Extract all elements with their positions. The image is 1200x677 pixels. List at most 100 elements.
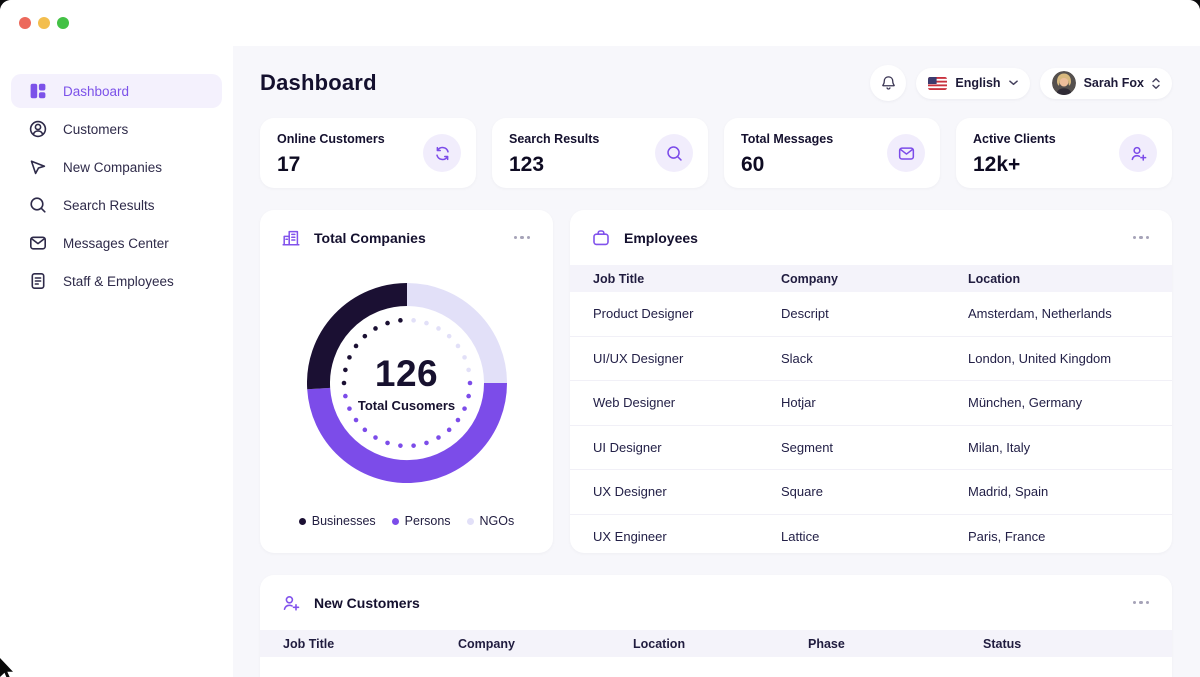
bell-icon	[880, 74, 897, 92]
sidebar-item-label: Staff & Employees	[63, 274, 174, 289]
table-cell: Madrid, Spain	[968, 484, 1149, 499]
employees-table-header: Job TitleCompanyLocation	[570, 265, 1172, 292]
page-title: Dashboard	[260, 70, 377, 96]
zoom-window-button[interactable]	[57, 17, 69, 29]
traffic-lights	[19, 17, 69, 29]
sidebar-item-label: Search Results	[63, 198, 155, 213]
user-add-icon	[1119, 134, 1157, 172]
user-add-icon	[281, 593, 301, 613]
column-header: Company	[781, 272, 968, 286]
total-companies-header: Total Companies	[260, 210, 553, 265]
content-row: Total Companies 126 Total Cusomers Busin…	[260, 210, 1172, 553]
legend-label: Businesses	[312, 514, 376, 528]
table-row: Web DesignerHotjarMünchen, Germany	[570, 381, 1172, 426]
chevron-updown-icon	[1152, 77, 1160, 90]
mouse-cursor	[0, 658, 14, 677]
table-cell: UI/UX Designer	[593, 351, 781, 366]
user-circle-icon	[28, 119, 48, 139]
stat-card-total-messages: Total Messages 60	[724, 118, 940, 188]
stat-card-search-results: Search Results 123	[492, 118, 708, 188]
notifications-button[interactable]	[870, 65, 906, 101]
legend-item-ngos: NGOs	[467, 514, 515, 528]
app-window: Dashboard Customers New Companies Search…	[0, 0, 1200, 677]
legend-dot	[467, 518, 474, 525]
more-menu-icon[interactable]	[1131, 230, 1152, 246]
employees-table-body: Product DesignerDescriptAmsterdam, Nethe…	[570, 292, 1172, 553]
sidebar-item-customers[interactable]: Customers	[11, 112, 222, 146]
sidebar-item-dashboard[interactable]: Dashboard	[11, 74, 222, 108]
table-cell: Segment	[781, 440, 968, 455]
legend-item-businesses: Businesses	[299, 514, 376, 528]
total-companies-donut-chart	[307, 283, 507, 483]
table-cell: Milan, Italy	[968, 440, 1149, 455]
document-icon	[28, 271, 48, 291]
legend-item-persons: Persons	[392, 514, 451, 528]
search-icon	[28, 195, 48, 215]
table-cell: Web Designer	[593, 395, 781, 410]
legend-label: Persons	[405, 514, 451, 528]
table-cell: Paris, France	[968, 529, 1149, 544]
minimize-window-button[interactable]	[38, 17, 50, 29]
table-cell: Lattice	[781, 529, 968, 544]
employees-header: Employees	[570, 210, 1172, 265]
column-header: Location	[633, 637, 808, 651]
titlebar	[0, 0, 1200, 46]
table-cell: London, United Kingdom	[968, 351, 1149, 366]
main-content: Dashboard English	[233, 46, 1200, 677]
legend-label: NGOs	[480, 514, 515, 528]
table-cell: UI Designer	[593, 440, 781, 455]
envelope-icon	[28, 233, 48, 253]
column-header: Job Title	[593, 272, 781, 286]
table-cell: München, Germany	[968, 395, 1149, 410]
column-header: Status	[983, 637, 1149, 651]
search-icon	[655, 134, 693, 172]
buildings-icon	[281, 228, 301, 248]
new-customers-table-header: Job TitleCompanyLocationPhaseStatus	[260, 630, 1172, 657]
column-header: Job Title	[283, 637, 458, 651]
employees-title: Employees	[624, 230, 698, 246]
table-row: UX EngineerLatticeParis, France	[570, 515, 1172, 554]
language-selector[interactable]: English	[916, 68, 1029, 99]
close-window-button[interactable]	[19, 17, 31, 29]
sidebar-item-new-companies[interactable]: New Companies	[11, 150, 222, 184]
chart-legend: Businesses Persons NGOs	[260, 514, 553, 528]
legend-dot	[299, 518, 306, 525]
table-row: UI DesignerSegmentMilan, Italy	[570, 426, 1172, 471]
table-cell: Hotjar	[781, 395, 968, 410]
column-header: Phase	[808, 637, 983, 651]
column-header: Company	[458, 637, 633, 651]
user-menu[interactable]: Sarah Fox	[1040, 68, 1172, 99]
envelope-icon	[887, 134, 925, 172]
table-cell: Product Designer	[593, 306, 781, 321]
table-cell: Amsterdam, Netherlands	[968, 306, 1149, 321]
table-cell: Slack	[781, 351, 968, 366]
more-menu-icon[interactable]	[512, 230, 533, 246]
sidebar-item-label: Customers	[63, 122, 128, 137]
table-cell: UX Designer	[593, 484, 781, 499]
cursor-pointer-icon	[28, 157, 48, 177]
sidebar: Dashboard Customers New Companies Search…	[0, 46, 233, 677]
new-customers-card: New Customers Job TitleCompanyLocationPh…	[260, 575, 1172, 677]
total-companies-card: Total Companies 126 Total Cusomers Busin…	[260, 210, 553, 553]
refresh-icon	[423, 134, 461, 172]
new-customers-header: New Customers	[260, 575, 1172, 630]
sidebar-item-label: Dashboard	[63, 84, 129, 99]
sidebar-nav: Dashboard Customers New Companies Search…	[0, 74, 233, 298]
new-customers-title: New Customers	[314, 595, 420, 611]
sidebar-item-search-results[interactable]: Search Results	[11, 188, 222, 222]
employees-card: Employees Job TitleCompanyLocation Produ…	[570, 210, 1172, 553]
column-header: Location	[968, 272, 1149, 286]
chevron-down-icon	[1009, 80, 1018, 86]
header-controls: English Sarah Fox	[870, 65, 1172, 101]
stat-card-online-customers: Online Customers 17	[260, 118, 476, 188]
table-cell: Square	[781, 484, 968, 499]
language-label: English	[955, 76, 1000, 90]
total-companies-title: Total Companies	[314, 230, 426, 246]
us-flag-icon	[928, 77, 947, 90]
sidebar-item-messages-center[interactable]: Messages Center	[11, 226, 222, 260]
table-row: UI/UX DesignerSlackLondon, United Kingdo…	[570, 337, 1172, 382]
more-menu-icon[interactable]	[1131, 595, 1152, 611]
sidebar-item-staff-employees[interactable]: Staff & Employees	[11, 264, 222, 298]
table-cell: Descript	[781, 306, 968, 321]
legend-dot	[392, 518, 399, 525]
